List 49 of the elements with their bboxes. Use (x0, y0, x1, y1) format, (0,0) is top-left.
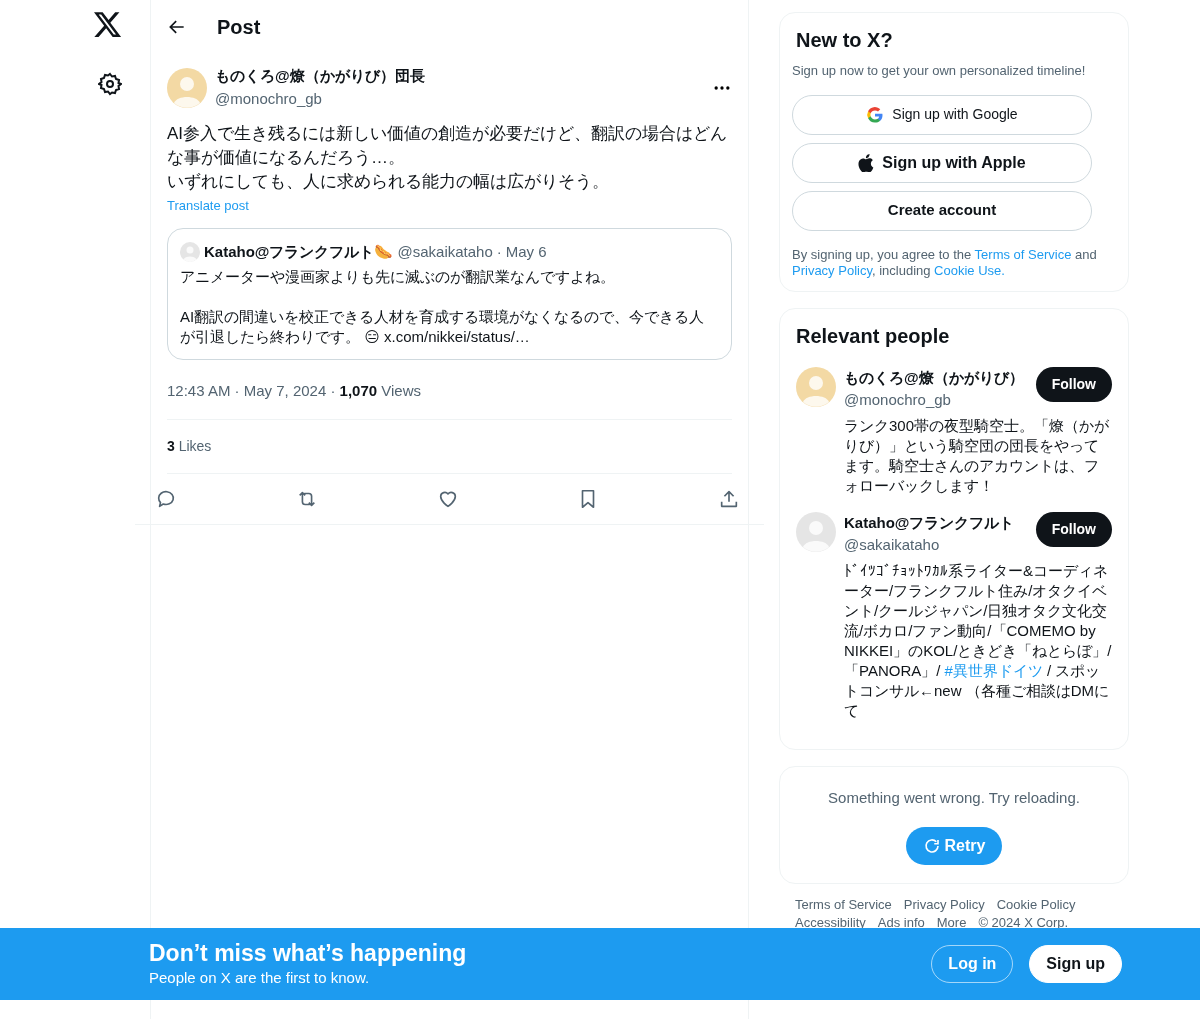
person-bio: ランク300帯の夜型騎空士。「燎（かがりび）」という騎空団の団長をやってます。騎空士さんのアカウントは、フォローバックします！ (844, 415, 1111, 496)
footer-link[interactable]: Cookie Policy (996, 896, 1076, 914)
google-logo (866, 105, 885, 124)
avatar (167, 67, 207, 108)
person-handle: @monochro_gb (844, 390, 952, 410)
settings-icon[interactable] (98, 72, 122, 96)
create-account-button[interactable]: Create account (792, 190, 1092, 231)
avatar (796, 366, 836, 407)
person-handle: @sakaikataho (844, 535, 941, 555)
page-title: Post (217, 14, 261, 40)
quote-author-name: Kataho@フランクフルト🌭 (204, 241, 394, 262)
footer-link[interactable]: Terms of Service (795, 896, 892, 914)
terms-notice: By signing up, you agree to the Terms of Service and Privacy Policy, including Cookie Use. (792, 246, 1098, 279)
person-bio: ﾄﾞｲﾂｺﾞﾁｮｯﾄﾜｶﾙ系ライター&コーディネーター/フランクフルト住み/オタクイベント/クールジャパン/日独オタク文化交流/ボカロ/ファン動向/「COMEMO by NIKKEI」のKOL/ときどき「ねとらぼ」/「PANORA」/ #異世界ドイツ / スポットコンサル←new （各種ご相談はDMにて (844, 560, 1112, 721)
dot-separator: · (496, 241, 502, 262)
avatar (796, 511, 836, 552)
apple-logo (858, 153, 875, 172)
quote-author-handle: @sakaikataho (397, 241, 493, 262)
post-text: AI参入で生き残るには新しい価値の創造が必要だけど、翻訳の場合はどんな事が価値になるんだろう…。 (167, 123, 729, 169)
apple-signup-button[interactable]: Sign up with Apple (792, 142, 1092, 183)
follow-button[interactable]: Follow (1035, 511, 1112, 547)
card-title: Relevant people (796, 323, 951, 349)
avatar (180, 241, 200, 262)
quote-text: アニメーターや漫画家よりも先に滅ぶのが翻訳業なんですよね。 AI翻訳の間違いを校正できる人材を育成する環境がなくなるので、今できる人が引退したら終わりです。 😑 x.com/nikkei/status/… (180, 267, 706, 347)
post-meta: 12:43 AM · May 7, 2024 · 1,070 Views (167, 364, 732, 420)
footer-link[interactable]: © 2024 X Corp. (978, 914, 1069, 932)
follow-button[interactable]: Follow (1035, 366, 1112, 402)
card-subtitle: Sign up now to get your own personalized timeline! (792, 62, 1087, 80)
signup-button[interactable]: Sign up (1029, 945, 1122, 983)
banner-subtitle: People on X are the first to know. (149, 967, 371, 988)
author-handle: @monochro_gb (215, 88, 323, 109)
refresh-icon (922, 837, 941, 855)
quoted-post[interactable]: Kataho@フランクフルト🌭 @sakaikataho · May 6 アニメーターや漫画家よりも先に滅ぶのが翻訳業なんですよね。 AI翻訳の間違いを校正できる人材を育成する環境がなくなるので、今できる人が引退したら終わりです。 😑 x.com/nikkei/status/… (167, 227, 732, 360)
author-name[interactable]: ものくろ@燎（かがりび）団長 (215, 65, 704, 88)
footer-link[interactable]: Accessibility (795, 914, 866, 932)
quote-link[interactable]: x.com/nikkei/status/… (384, 328, 530, 345)
banner-title: Don’t miss what’s happening (149, 938, 468, 967)
x-logo[interactable] (94, 12, 122, 38)
likes-count[interactable]: 3 Likes (167, 419, 732, 474)
footer-link[interactable]: More (936, 914, 967, 932)
footer-link[interactable]: Privacy Policy (903, 896, 985, 914)
person-name[interactable]: ものくろ@燎（かがりび） (844, 366, 1028, 389)
google-signup-button[interactable]: Sign up with Google (792, 94, 1092, 135)
footer-link[interactable]: Ads info (877, 914, 925, 932)
quote-date: May 6 (505, 241, 547, 262)
post-text: いずれにしても、人に求められる能力の幅は広がりそう。 (167, 171, 610, 193)
card-title: New to X? (796, 28, 894, 53)
error-message: Something went wrong. Try reloading. (828, 787, 1080, 808)
person-name[interactable]: Kataho@フランクフルト (844, 511, 1028, 534)
